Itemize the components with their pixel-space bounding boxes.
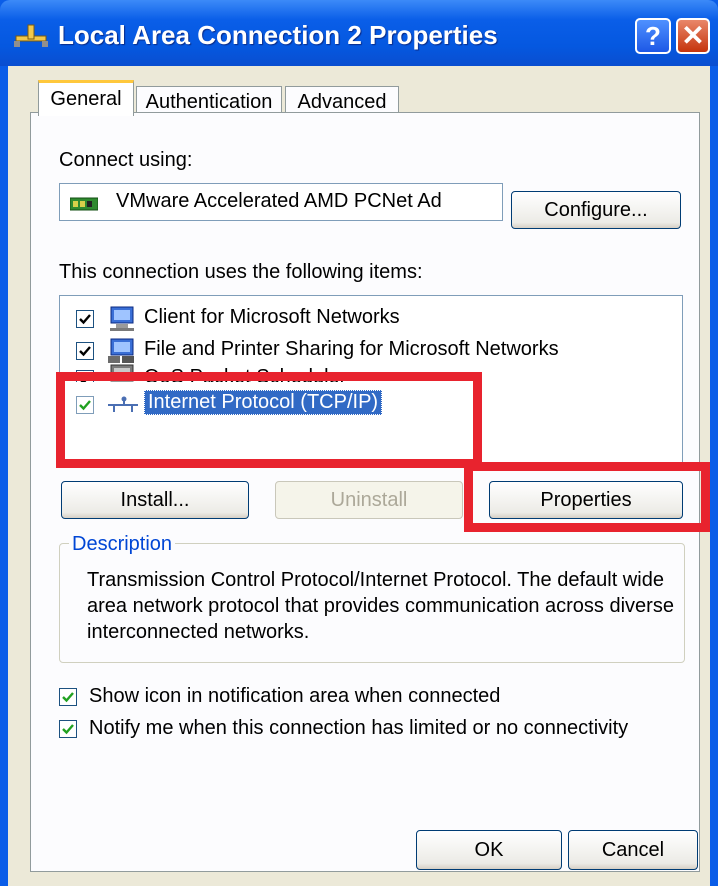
- dialog-client-area: General Authentication Advanced Connect …: [8, 66, 710, 886]
- notify-option[interactable]: Notify me when this connection has limit…: [59, 715, 679, 743]
- window-title: Local Area Connection 2 Properties: [58, 20, 498, 50]
- network-connection-icon: [14, 24, 48, 47]
- list-item-client[interactable]: Client for Microsoft Networks: [60, 304, 680, 334]
- tab-label: General: [50, 88, 122, 110]
- shared-computer-icon: [108, 338, 134, 363]
- show-icon-option[interactable]: Show icon in notification area when conn…: [59, 683, 679, 711]
- item-label-selected: Internet Protocol (TCP/IP): [144, 390, 383, 415]
- checkmark-icon: [62, 724, 74, 735]
- install-button[interactable]: Install...: [61, 481, 249, 519]
- scheduler-icon: [110, 364, 134, 382]
- item-label: Client for Microsoft Networks: [144, 306, 400, 328]
- item-checkbox[interactable]: [76, 396, 94, 414]
- checkmark-icon: [79, 346, 91, 357]
- checkmark-icon: [79, 374, 91, 382]
- adapter-field: VMware Accelerated AMD PCNet Ad: [59, 183, 503, 221]
- item-checkbox[interactable]: [76, 370, 94, 382]
- components-list[interactable]: Client for Microsoft Networks File and P…: [59, 295, 683, 463]
- close-button[interactable]: ✕: [676, 18, 710, 54]
- item-label: File and Printer Sharing for Microsoft N…: [144, 338, 559, 360]
- ok-button[interactable]: OK: [416, 830, 562, 870]
- item-checkbox[interactable]: [76, 342, 94, 360]
- description-legend: Description: [69, 533, 176, 556]
- show-icon-checkbox[interactable]: [59, 688, 77, 706]
- general-tab-panel: Connect using: VMware Accelerated AMD PC…: [30, 112, 700, 872]
- network-adapter-icon: [70, 197, 98, 211]
- checkmark-icon: [62, 692, 74, 703]
- show-icon-label: Show icon in notification area when conn…: [89, 685, 501, 707]
- adapter-name: VMware Accelerated AMD PCNet Ad: [116, 190, 442, 212]
- title-bar[interactable]: Local Area Connection 2 Properties ? ✕: [0, 0, 718, 66]
- help-button[interactable]: ?: [635, 18, 671, 54]
- checkmark-icon: [79, 314, 91, 325]
- list-item-qos[interactable]: QoS Packet Scheduler: [60, 362, 680, 382]
- tab-label: Advanced: [297, 91, 387, 113]
- properties-window: Local Area Connection 2 Properties ? ✕ G…: [0, 0, 718, 886]
- cancel-button[interactable]: Cancel: [568, 830, 698, 870]
- notify-label: Notify me when this connection has limit…: [89, 717, 629, 739]
- network-protocol-icon: [108, 396, 138, 412]
- items-label: This connection uses the following items…: [59, 261, 423, 283]
- notify-checkbox[interactable]: [59, 720, 77, 738]
- properties-button[interactable]: Properties: [489, 481, 683, 519]
- uninstall-button[interactable]: Uninstall: [275, 481, 463, 519]
- tab-general[interactable]: General: [38, 80, 134, 116]
- description-text: Transmission Control Protocol/Internet P…: [87, 569, 674, 643]
- configure-button[interactable]: Configure...: [511, 191, 681, 229]
- list-item-tcpip[interactable]: Internet Protocol (TCP/IP): [60, 388, 680, 422]
- checkmark-icon: [79, 400, 91, 411]
- computer-icon: [110, 306, 134, 331]
- tab-label: Authentication: [145, 91, 273, 113]
- item-label: QoS Packet Scheduler: [144, 366, 347, 382]
- connect-using-label: Connect using:: [59, 149, 193, 171]
- item-checkbox[interactable]: [76, 310, 94, 328]
